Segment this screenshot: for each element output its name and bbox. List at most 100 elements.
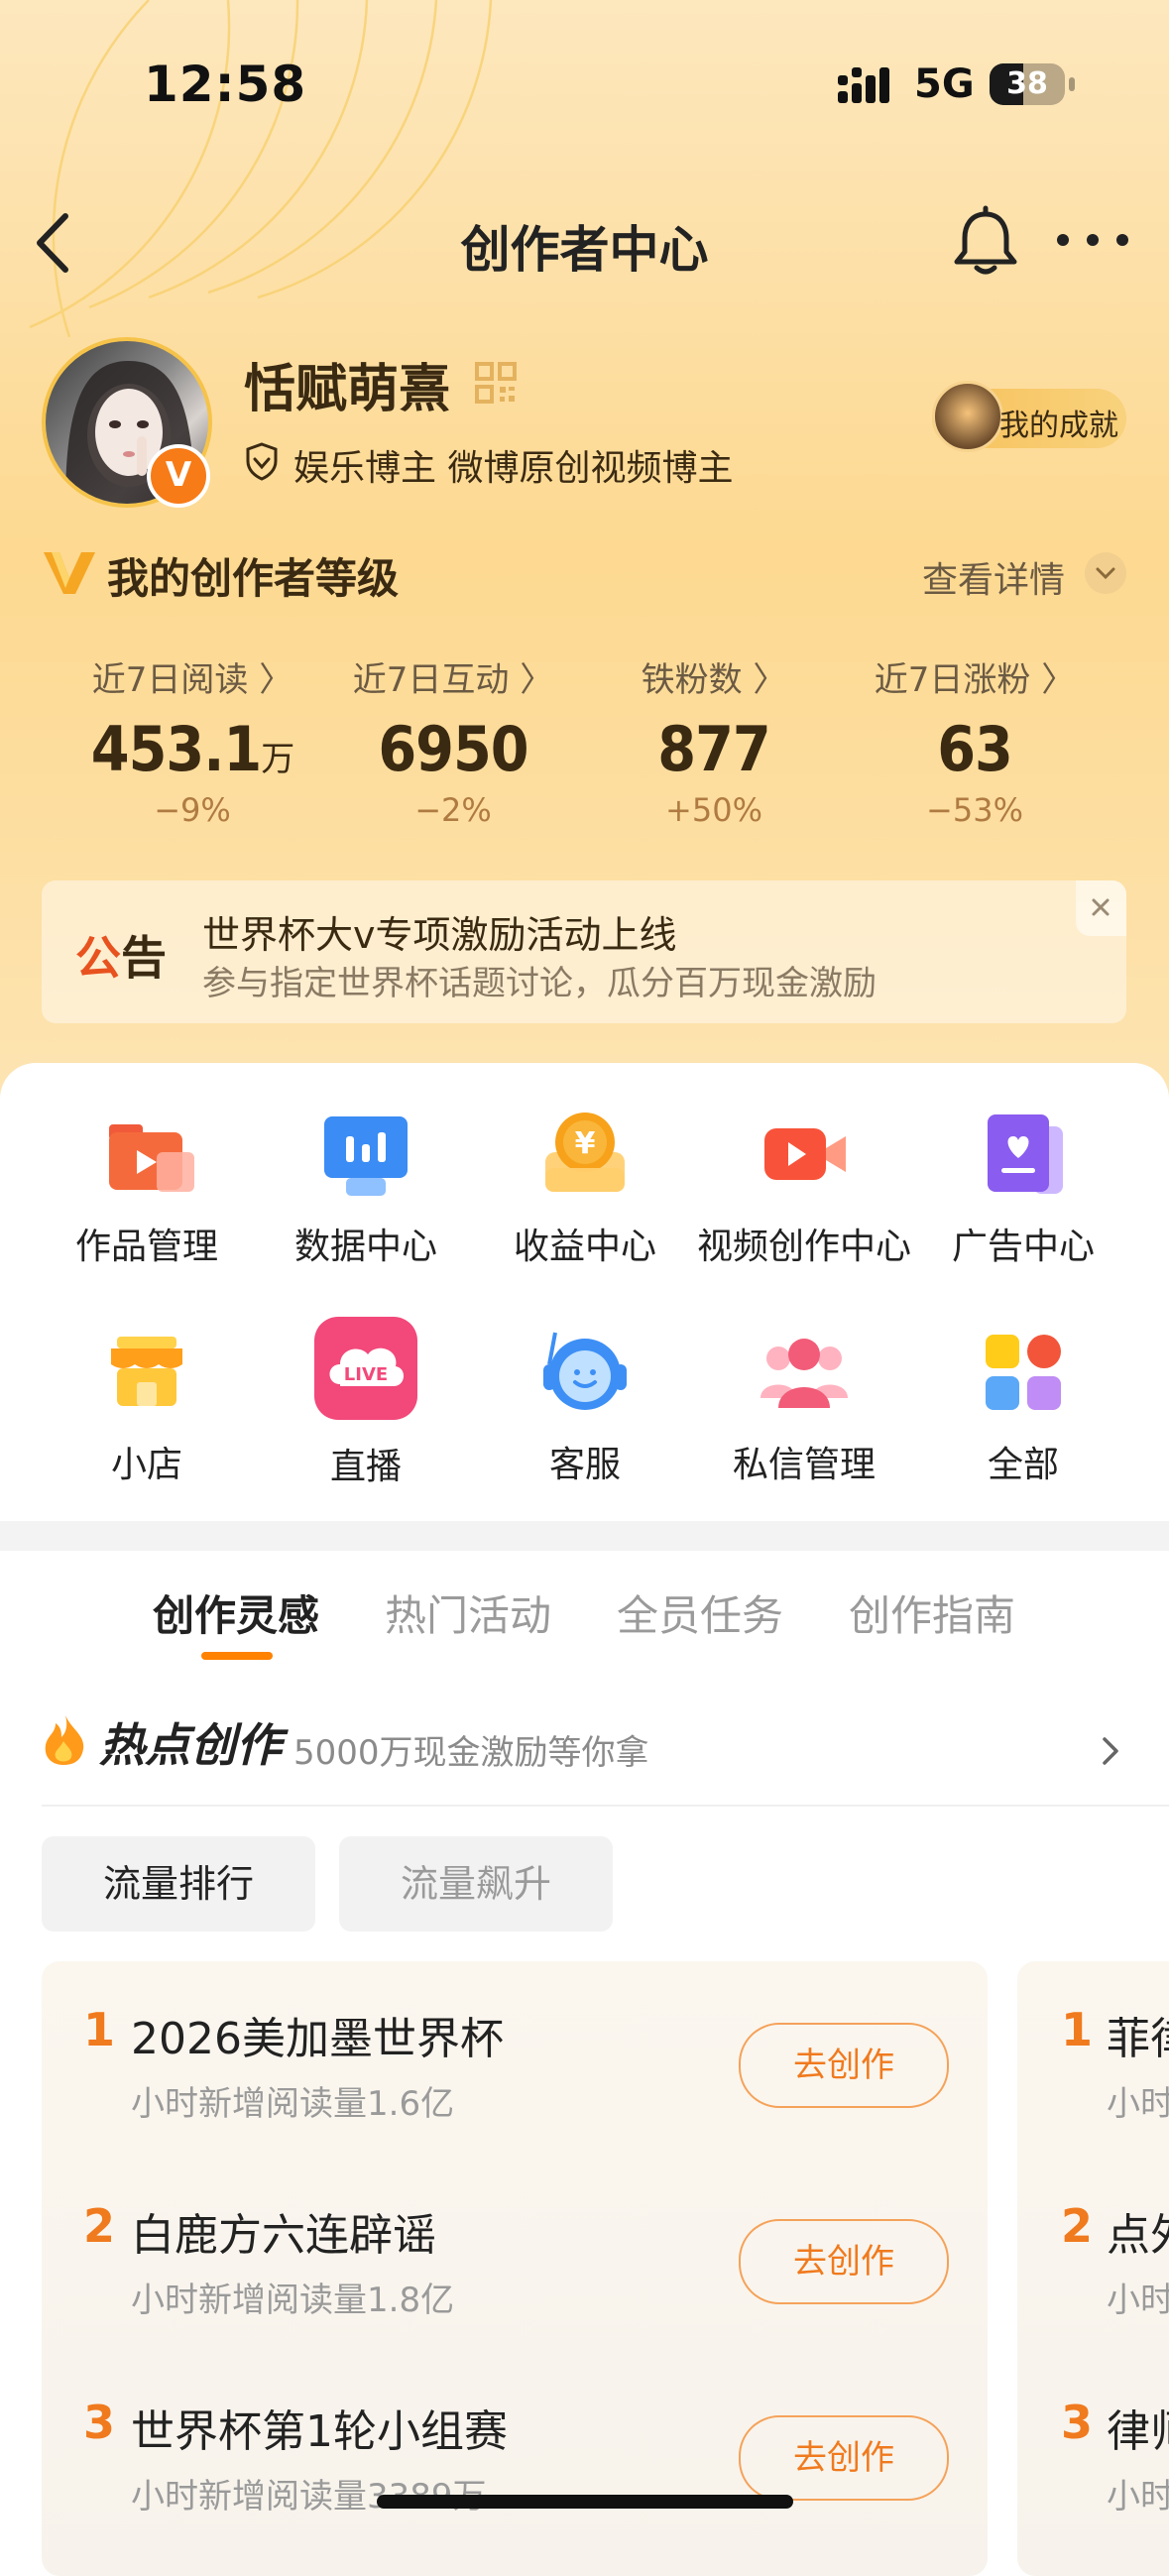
ranking-title[interactable]: 世界杯第1轮小组赛: [131, 2396, 508, 2459]
tool-label: 视频创作中心: [696, 1227, 911, 1267]
tool-label: 收益中心: [513, 1227, 656, 1267]
income-coin-icon: ¥: [545, 1112, 625, 1192]
active-tab-indicator: [201, 1652, 273, 1660]
tool-label: 作品管理: [74, 1227, 218, 1267]
stat-weekly-reads[interactable]: 近7日阅读 〉 453.1万 −9%: [63, 652, 321, 829]
view-details-link[interactable]: 查看详情: [922, 551, 1065, 603]
stat-label: 近7日阅读 〉: [91, 660, 293, 700]
ranking-subtitle: 小时新增阅读量1.8亿: [131, 2281, 455, 2320]
stat-weekly-interactions[interactable]: 近7日互动 〉 6950 −2%: [324, 652, 582, 829]
live-icon: LIVE: [314, 1317, 417, 1420]
tool-all[interactable]: 全部: [914, 1325, 1132, 1487]
flame-icon: [45, 1715, 84, 1765]
qr-code-icon[interactable]: [474, 361, 518, 405]
rank-number: 2: [83, 2199, 116, 2253]
more-icon[interactable]: [1053, 224, 1132, 256]
stat-label: 近7日互动 〉: [352, 660, 554, 700]
creator-level-title: 我的创作者等级: [107, 554, 400, 603]
ranking-title[interactable]: 菲律: [1107, 2003, 1169, 2066]
stat-change: −9%: [154, 791, 231, 829]
rank-number: 1: [83, 2003, 116, 2056]
tool-label: 数据中心: [293, 1227, 437, 1267]
tool-shop[interactable]: 小店: [38, 1325, 256, 1487]
ad-heart-icon: [988, 1114, 1063, 1194]
messages-people-icon: [760, 1339, 848, 1408]
notification-bell-icon[interactable]: [947, 204, 1024, 282]
announcement-subtitle: 参与指定世界杯话题讨论，瓜分百万现金激励: [202, 964, 877, 1003]
tool-income-center[interactable]: ¥ 收益中心: [476, 1107, 694, 1269]
stat-change: +50%: [665, 791, 762, 829]
achievement-badge-icon: [932, 381, 1003, 452]
user-description: 娱乐博主 微博原创视频博主: [293, 448, 734, 489]
ranking-subtitle: 小时: [1107, 2477, 1169, 2517]
stat-label: 铁粉数 〉: [641, 660, 787, 700]
ranking-title[interactable]: 白鹿方六连辟谣: [131, 2199, 436, 2263]
tool-video-creation-center[interactable]: 视频创作中心: [695, 1107, 913, 1269]
ranking-subtitle: 小时: [1107, 2084, 1169, 2124]
shop-icon: [111, 1337, 182, 1406]
tool-live[interactable]: LIVE 直播: [257, 1315, 475, 1489]
home-indicator[interactable]: [377, 2495, 793, 2509]
verified-badge: V: [147, 444, 210, 508]
stat-change: −2%: [414, 791, 492, 829]
rank-number: 3: [83, 2396, 116, 2449]
video-camera-icon: [764, 1128, 846, 1180]
stat-iron-fans[interactable]: 铁粉数 〉 877 +50%: [585, 652, 843, 829]
username: 恬赋萌熹: [244, 360, 451, 419]
svg-text:¥: ¥: [575, 1126, 596, 1161]
creator-level-v-icon: [44, 552, 95, 594]
section-divider: [0, 1521, 1169, 1551]
tool-label: 私信管理: [732, 1445, 876, 1485]
tool-data-center[interactable]: 数据中心: [257, 1107, 475, 1269]
battery-nub: [1069, 77, 1075, 91]
hot-creation-subtitle: 5000万现金激励等你拿: [293, 1733, 649, 1773]
battery-level: 38: [1006, 66, 1048, 101]
data-chart-icon: [324, 1116, 408, 1196]
filter-traffic-surge[interactable]: 流量飙升: [339, 1836, 613, 1932]
announcement-tag: 公告: [75, 931, 167, 985]
tab-creation-guide[interactable]: 创作指南: [849, 1582, 1015, 1643]
works-folder-icon: [109, 1124, 194, 1192]
go-create-button[interactable]: 去创作: [739, 2023, 949, 2108]
stat-change: −53%: [926, 791, 1023, 829]
go-create-button[interactable]: 去创作: [739, 2219, 949, 2304]
tool-message-management[interactable]: 私信管理: [695, 1325, 913, 1487]
go-create-button[interactable]: 去创作: [739, 2415, 949, 2501]
stat-value: 6950: [378, 713, 528, 785]
svg-text:LIVE: LIVE: [344, 1364, 388, 1385]
rank-number: 3: [1061, 2396, 1094, 2449]
tab-creative-inspiration[interactable]: 创作灵感: [153, 1582, 319, 1643]
hot-creation-title: 热点创作: [99, 1718, 282, 1772]
ranking-title[interactable]: 律师: [1107, 2396, 1169, 2459]
tool-label: 客服: [548, 1445, 621, 1485]
ranking-title[interactable]: 点外: [1107, 2199, 1169, 2263]
divider: [42, 1805, 1169, 1807]
customer-service-icon: [543, 1332, 627, 1410]
ranking-subtitle: 小时: [1107, 2281, 1169, 2320]
stat-weekly-follower-growth[interactable]: 近7日涨粉 〉 63 −53%: [846, 652, 1104, 829]
tool-ad-center[interactable]: 广告中心: [914, 1107, 1132, 1269]
battery-icon: 38: [990, 63, 1065, 105]
stat-value: 63: [937, 713, 1013, 785]
signal-icon: [838, 67, 889, 103]
tab-hot-activities[interactable]: 热门活动: [385, 1582, 551, 1643]
tool-label: 直播: [329, 1447, 402, 1487]
ranking-subtitle: 小时新增阅读量3389万: [131, 2477, 487, 2517]
shield-icon: [246, 442, 278, 481]
stat-value: 877: [657, 713, 770, 785]
tool-customer-service[interactable]: 客服: [476, 1325, 694, 1487]
filter-traffic-ranking[interactable]: 流量排行: [42, 1836, 315, 1932]
close-icon[interactable]: [1076, 880, 1126, 936]
stat-unit: 万: [261, 740, 294, 779]
stat-label: 近7日涨粉 〉: [874, 660, 1076, 700]
ranking-title[interactable]: 2026美加墨世界杯: [131, 2003, 504, 2066]
tool-label: 全部: [987, 1445, 1059, 1485]
status-bar: 12:58 5G 38: [0, 0, 1169, 169]
announcement-title: 世界杯大v专项激励活动上线: [202, 913, 677, 957]
tool-works-management[interactable]: 作品管理: [38, 1107, 256, 1269]
status-time: 12:58: [144, 56, 307, 113]
chevron-right-icon[interactable]: [1097, 1731, 1124, 1771]
chevron-down-icon[interactable]: [1085, 552, 1126, 594]
rank-number: 2: [1061, 2199, 1094, 2253]
tab-all-member-tasks[interactable]: 全员任务: [617, 1582, 783, 1643]
